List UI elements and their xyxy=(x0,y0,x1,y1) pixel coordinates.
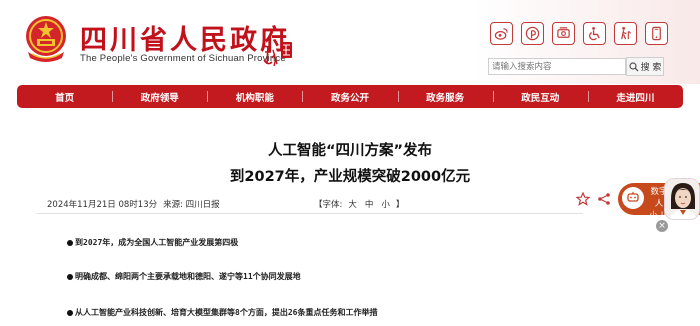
summary-bullet: 从人工智能产业科技创新、培育大模型集群等8个方面，提出26条重点任务和工作举措 xyxy=(67,307,377,318)
font-size-switcher: 【字体: 大 中 小 】 xyxy=(314,198,404,210)
accessibility-icon[interactable] xyxy=(583,22,606,45)
article-meta: 2024年11月21日 08时13分 来源: 四川日报 xyxy=(47,198,220,210)
font-size-medium[interactable]: 中 xyxy=(363,198,376,210)
nav-item-interaction[interactable]: 政民互动 xyxy=(492,90,588,104)
bullet-dot-icon xyxy=(67,239,73,246)
site-header: 四川省人民政府 The People's Government of Sichu… xyxy=(0,0,700,84)
mobile-icon[interactable] xyxy=(645,22,668,45)
bullet-dot-icon xyxy=(67,309,73,316)
article-title-line2: 到2027年，产业规模突破2000亿元 xyxy=(229,169,471,185)
font-size-close: 】 xyxy=(395,200,405,210)
nav-item-agencies[interactable]: 机构职能 xyxy=(207,90,302,104)
font-size-large[interactable]: 大 xyxy=(346,198,359,210)
share-icon[interactable] xyxy=(597,192,611,206)
search-button-label: 搜 索 xyxy=(640,63,662,73)
bullet-dot-icon xyxy=(67,273,73,280)
quick-icons-bar xyxy=(490,22,668,45)
star-icon[interactable] xyxy=(576,192,590,206)
article-title-line1: 人工智能“四川方案”发布 xyxy=(267,143,433,159)
search-button[interactable]: 搜 索 xyxy=(626,57,664,76)
assistant-close-icon[interactable]: × xyxy=(656,220,668,232)
font-size-label: 【字体: xyxy=(314,200,343,210)
font-size-small[interactable]: 小 xyxy=(379,198,392,210)
nav-item-about-sichuan[interactable]: 走进四川 xyxy=(587,90,683,104)
summary-bullet: 到2027年，成为全国人工智能产业发展第四极 xyxy=(67,237,238,248)
elder-care-icon[interactable] xyxy=(614,22,637,45)
search-icon xyxy=(628,61,639,71)
search-input[interactable] xyxy=(488,58,626,75)
phone-icon[interactable] xyxy=(552,22,575,45)
main-nav: 首页 政府领导 机构职能 政务公开 政务服务 政民互动 走进四川 xyxy=(17,85,683,108)
national-emblem-icon[interactable] xyxy=(22,14,70,64)
nav-item-services[interactable]: 政务服务 xyxy=(397,90,493,104)
calligraphy-seal-icon xyxy=(262,42,292,67)
article-date: 2024年11月21日 08时13分 xyxy=(47,200,158,210)
nav-item-disclosure[interactable]: 政务公开 xyxy=(302,90,397,104)
share-bar xyxy=(576,192,611,206)
pinterest-icon[interactable] xyxy=(521,22,544,45)
article-source: 来源: 四川日报 xyxy=(163,200,220,210)
assistant-avatar[interactable] xyxy=(664,178,700,220)
summary-bullet-text: 到2027年，成为全国人工智能产业发展第四极 xyxy=(75,238,239,247)
nav-item-home[interactable]: 首页 xyxy=(17,90,112,104)
weibo-icon[interactable] xyxy=(490,22,513,45)
site-subtitle: The People's Government of Sichuan Provi… xyxy=(80,53,286,64)
site-title[interactable]: 四川省人民政府 xyxy=(80,18,290,57)
assistant-chat-icon xyxy=(622,187,644,209)
summary-bullet-text: 明确成都、绵阳两个主要承载地和德阳、遂宁等11个协同发展地 xyxy=(75,272,301,281)
nav-item-leaders[interactable]: 政府领导 xyxy=(112,90,207,104)
summary-bullet: 明确成都、绵阳两个主要承载地和德阳、遂宁等11个协同发展地 xyxy=(67,271,301,282)
meta-divider xyxy=(37,213,583,214)
summary-bullet-text: 从人工智能产业科技创新、培育大模型集群等8个方面，提出26条重点任务和工作举措 xyxy=(75,308,378,317)
